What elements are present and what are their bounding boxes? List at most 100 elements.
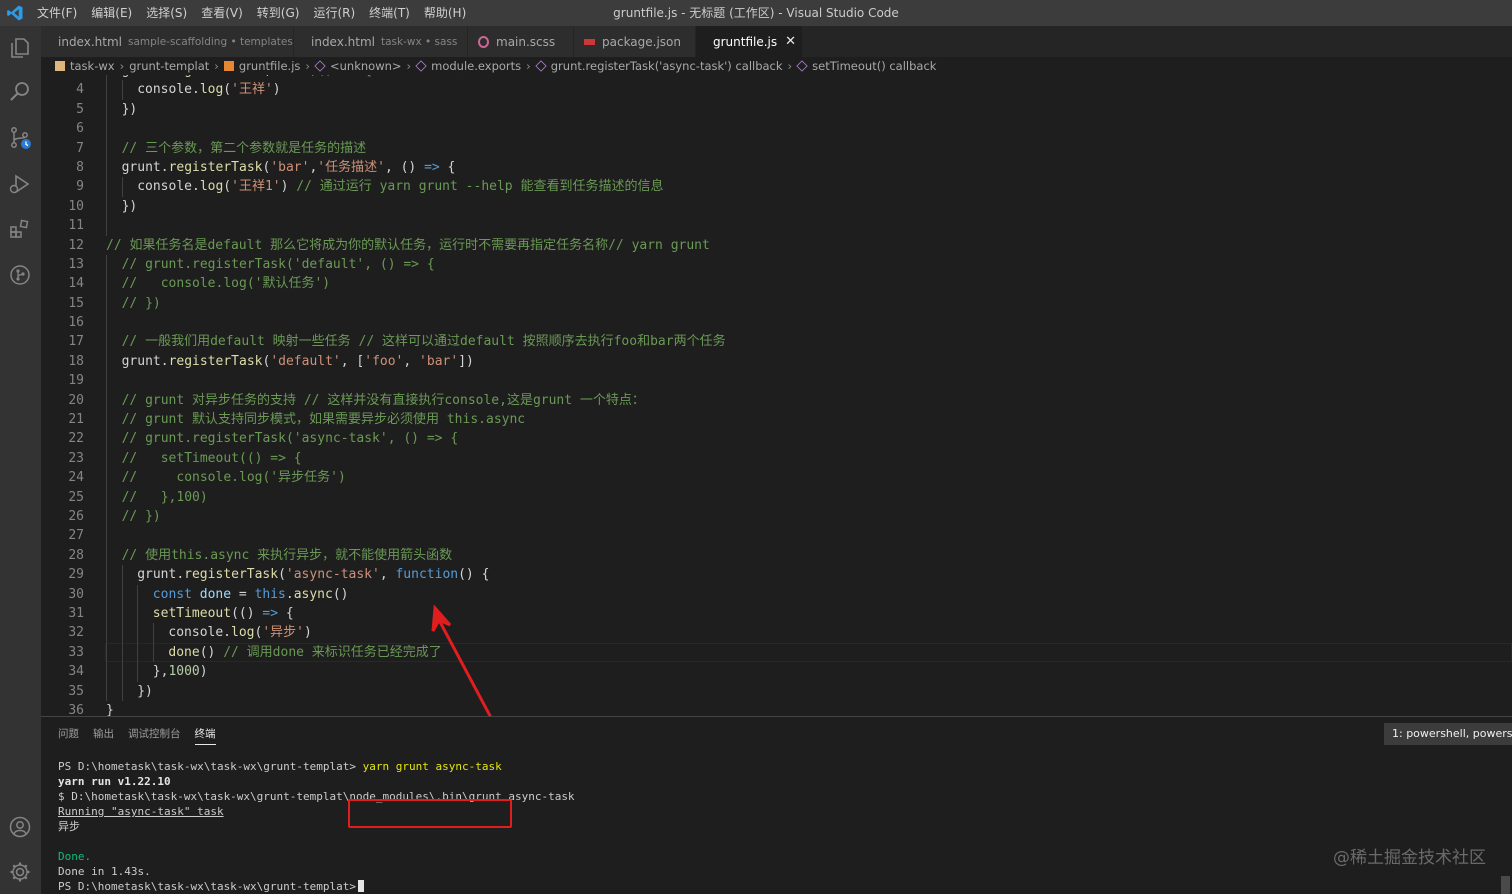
panel-tab-problems[interactable]: 问题 bbox=[58, 726, 79, 745]
menu-help[interactable]: 帮助(H) bbox=[417, 0, 473, 26]
tab-label: index.html bbox=[311, 34, 375, 49]
code-line[interactable]: 31 setTimeout(() => { bbox=[41, 603, 1512, 624]
indent-guide bbox=[106, 157, 107, 178]
terminal-scrollbar[interactable] bbox=[1501, 876, 1510, 894]
terminal-output[interactable]: PS D:\hometask\task-wx\task-wx\grunt-tem… bbox=[58, 759, 575, 894]
code-line[interactable]: 4 console.log('王祥') bbox=[41, 80, 1512, 100]
code-text: // 一般我们用default 映射一些任务 // 这样可以通过default … bbox=[122, 332, 726, 351]
code-line[interactable]: 17 // 一般我们用default 映射一些任务 // 这样可以通过defaul… bbox=[41, 332, 1512, 352]
code-line[interactable]: 28 // 使用this.async 来执行异步，就不能使用箭头函数 bbox=[41, 545, 1512, 566]
git-graph-icon[interactable] bbox=[7, 262, 33, 288]
tab-2[interactable]: main.scss bbox=[468, 26, 574, 57]
code-line[interactable]: 8 grunt.registerTask('bar','任务描述', () => … bbox=[41, 157, 1512, 178]
tab-4[interactable]: gruntfile.js ✕ bbox=[696, 26, 803, 57]
code-line[interactable]: 14 // console.log('默认任务') bbox=[41, 274, 1512, 294]
tab-0[interactable]: index.html sample-scaffolding • templates bbox=[41, 26, 294, 57]
code-token: '王祥' bbox=[231, 82, 273, 98]
code-line[interactable]: 16 bbox=[41, 313, 1512, 333]
code-line[interactable]: 6 bbox=[41, 119, 1512, 139]
code-line[interactable]: 12 // 如果任务名是default 那么它将成为你的默认任务，运行时不需要再指… bbox=[41, 236, 1512, 255]
code-text: console.log('王祥1') // 通过运行 yarn grunt --… bbox=[137, 177, 663, 196]
code-line[interactable]: 7 // 三个参数，第二个参数就是任务的描述 bbox=[41, 138, 1512, 158]
code-line[interactable]: 21 // grunt 默认支持同步模式，如果需要异步必须使用 this.asyn… bbox=[41, 410, 1512, 430]
breadcrumb-item[interactable]: <unknown> bbox=[330, 59, 402, 73]
code-line[interactable]: 18 grunt.registerTask('default', ['foo', … bbox=[41, 351, 1512, 372]
code-token: log bbox=[231, 625, 255, 641]
indent-guide bbox=[106, 293, 107, 314]
terminal-select[interactable]: 1: powershell, powershell bbox=[1384, 723, 1512, 745]
code-token: ) bbox=[280, 179, 297, 195]
tab-label: package.json bbox=[602, 34, 682, 49]
source-control-icon[interactable] bbox=[7, 125, 33, 151]
settings-gear-icon[interactable] bbox=[7, 859, 33, 885]
line-number: 32 bbox=[68, 625, 84, 641]
menu-edit[interactable]: 编辑(E) bbox=[84, 0, 139, 26]
menu-terminal[interactable]: 终端(T) bbox=[362, 0, 417, 26]
close-icon[interactable]: ✕ bbox=[785, 34, 796, 49]
code-line[interactable]: 11 bbox=[41, 216, 1512, 236]
indent-guide bbox=[106, 274, 107, 294]
code-line[interactable]: 24 // console.log('异步任务') bbox=[41, 468, 1512, 488]
indent-guide bbox=[106, 468, 107, 488]
code-line[interactable]: 25 // },100) bbox=[41, 487, 1512, 507]
code-line[interactable]: 34},1000) bbox=[41, 662, 1512, 682]
code-token: 'default' bbox=[270, 353, 341, 369]
indent-guide bbox=[106, 410, 107, 430]
bottom-panel: 问题 输出 调试控制台 终端 1: powershell, powershell… bbox=[41, 716, 1512, 894]
code-line[interactable]: 9 console.log('王祥1') // 通过运行 yarn grunt -… bbox=[41, 177, 1512, 197]
symbol-icon bbox=[535, 60, 547, 72]
panel-tab-debug-console[interactable]: 调试控制台 bbox=[128, 726, 181, 745]
code-line[interactable]: 15 // }) bbox=[41, 293, 1512, 314]
extensions-icon[interactable] bbox=[7, 216, 33, 242]
code-line[interactable]: 36} bbox=[41, 701, 1512, 716]
code-line[interactable]: 30 const done = this.async() bbox=[41, 584, 1512, 604]
code-token: // grunt.registerTask('default', () => { bbox=[121, 256, 435, 272]
code-text: // console.log('默认任务') bbox=[122, 274, 331, 293]
breadcrumb-item[interactable]: module.exports bbox=[431, 59, 521, 73]
code-text: // }) bbox=[122, 294, 161, 313]
code-line[interactable]: 20 // grunt 对异步任务的支持 // 这样并没有直接执行console,… bbox=[41, 390, 1512, 411]
menu-selection[interactable]: 选择(S) bbox=[139, 0, 194, 26]
code-line[interactable]: 27 bbox=[41, 526, 1512, 546]
accounts-icon[interactable] bbox=[7, 814, 33, 840]
command-highlight-box bbox=[348, 799, 512, 828]
code-line[interactable]: 19 bbox=[41, 371, 1512, 391]
panel-tab-terminal[interactable]: 终端 bbox=[194, 726, 216, 745]
code-line[interactable]: 33 done() // 调用done 来标识任务已经完成了 bbox=[41, 642, 1512, 663]
code-line[interactable]: 32 console.log('异步') bbox=[41, 623, 1512, 643]
breadcrumb-item[interactable]: task-wx bbox=[70, 59, 115, 73]
breadcrumb-item[interactable]: grunt-templat bbox=[129, 59, 209, 73]
indent-guide bbox=[106, 351, 107, 372]
code-text: // grunt 默认支持同步模式，如果需要异步必须使用 this.async bbox=[122, 410, 526, 429]
search-icon[interactable] bbox=[7, 79, 33, 105]
code-token: '任务描述' bbox=[317, 159, 385, 175]
code-line[interactable]: 23 // setTimeout(() => { bbox=[41, 448, 1512, 469]
code-line[interactable]: 10}) bbox=[41, 196, 1512, 217]
code-token: // grunt 默认支持同步模式，如果需要异步必须使用 this.async bbox=[121, 412, 526, 428]
tab-description: task-wx • sass bbox=[380, 35, 458, 48]
menu-file[interactable]: 文件(F) bbox=[30, 0, 84, 26]
indent-guide bbox=[106, 448, 107, 469]
explorer-icon[interactable] bbox=[7, 35, 33, 61]
code-line[interactable]: 35}) bbox=[41, 681, 1512, 701]
menu-go[interactable]: 转到(G) bbox=[250, 0, 307, 26]
code-line[interactable]: 5}) bbox=[41, 99, 1512, 120]
code-line[interactable]: 29 grunt.registerTask('async-task', funct… bbox=[41, 565, 1512, 585]
code-line[interactable]: 22 // grunt.registerTask('async-task', ()… bbox=[41, 429, 1512, 449]
panel-tab-output[interactable]: 输出 bbox=[93, 726, 114, 745]
code-line[interactable]: 13 // grunt.registerTask('default', () =>… bbox=[41, 254, 1512, 275]
line-number: 10 bbox=[68, 198, 84, 214]
indent-guide bbox=[106, 80, 107, 100]
code-text: console.log('异步') bbox=[168, 623, 311, 642]
menu-run[interactable]: 运行(R) bbox=[306, 0, 362, 26]
breadcrumb-item[interactable]: grunt.registerTask('async-task') callbac… bbox=[551, 59, 783, 73]
tab-1[interactable]: index.html task-wx • sass bbox=[294, 26, 468, 57]
code-text: }) bbox=[137, 682, 153, 701]
run-debug-icon[interactable] bbox=[7, 171, 33, 197]
tab-3[interactable]: package.json bbox=[574, 26, 696, 57]
menu-view[interactable]: 查看(V) bbox=[194, 0, 250, 26]
breadcrumb-item[interactable]: gruntfile.js bbox=[239, 59, 300, 73]
code-editor[interactable]: 3grunt.registerTask('foo',() => { // 注册一… bbox=[41, 75, 1512, 716]
breadcrumb-item[interactable]: setTimeout() callback bbox=[812, 59, 936, 73]
code-line[interactable]: 26 // }) bbox=[41, 506, 1512, 527]
